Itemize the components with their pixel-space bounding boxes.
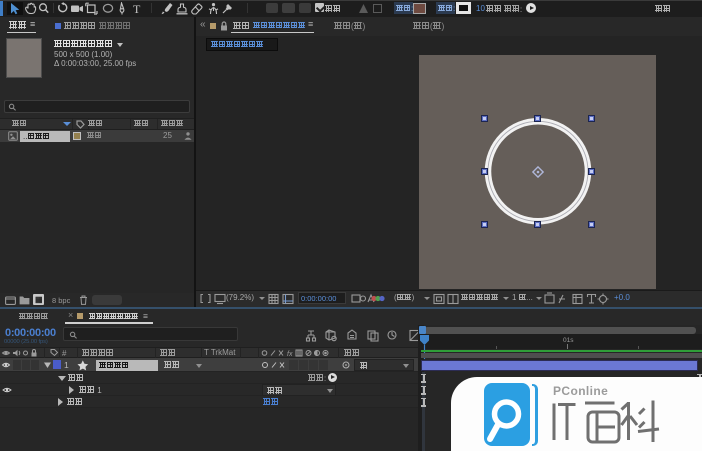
svg-text:fx: fx (287, 351, 293, 358)
svg-text:T: T (133, 2, 141, 15)
svg-text:#: # (62, 349, 67, 358)
